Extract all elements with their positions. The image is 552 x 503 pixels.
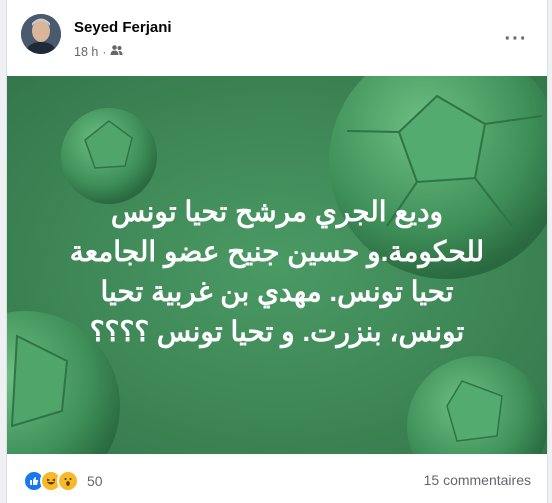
post-meta: 18 h · <box>74 44 123 59</box>
post-image[interactable]: وديع الجري مرشح تحيا تونس للحكومة.و حسين… <box>7 76 547 454</box>
post-text-line: وديع الجري مرشح تحيا تونس <box>110 196 444 227</box>
author-avatar[interactable] <box>21 14 61 54</box>
post-footer: 50 15 commentaires <box>7 454 547 503</box>
friends-icon[interactable] <box>110 44 123 59</box>
post-text-line: تونس، بنزرت. و تحيا تونس ؟؟؟؟ <box>89 316 465 347</box>
author-name[interactable]: Seyed Ferjani <box>74 19 172 36</box>
post-text: وديع الجري مرشح تحيا تونس للحكومة.و حسين… <box>27 192 527 352</box>
reactions-summary[interactable]: 50 <box>23 470 103 492</box>
post-text-line: تحيا تونس. مهدي بن غربية تحيا <box>100 276 454 307</box>
separator-dot: · <box>102 44 107 59</box>
reaction-count: 50 <box>87 473 103 489</box>
post-text-line: للحكومة.و حسين جنيح عضو الجامعة <box>69 236 485 267</box>
more-options-icon[interactable]: ··· <box>501 24 531 54</box>
post-card: Seyed Ferjani 18 h · ··· وديع الجري مرشح… <box>6 0 548 503</box>
comments-count-link[interactable]: 15 commentaires <box>424 472 531 488</box>
post-header: Seyed Ferjani 18 h · ··· <box>7 0 547 76</box>
post-time[interactable]: 18 h <box>74 45 98 59</box>
wow-icon <box>57 470 79 492</box>
